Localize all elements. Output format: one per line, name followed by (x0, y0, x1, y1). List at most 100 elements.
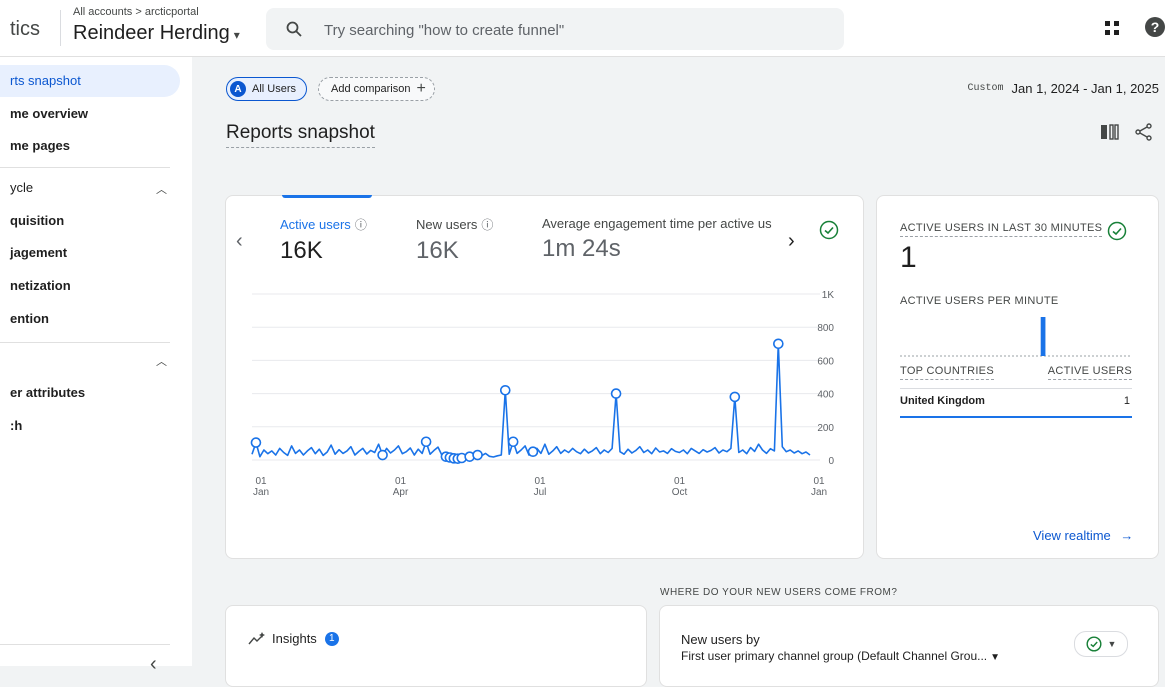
active-users-header: ACTIVE USERS (1047, 365, 1132, 380)
card-options-chip[interactable]: ▼ (1074, 631, 1128, 657)
sidebar-item-reports-snapshot[interactable]: rts snapshot (0, 65, 180, 97)
add-comparison-label: Add comparison (331, 83, 411, 95)
x-tick-month: Jan (253, 487, 269, 498)
property-name: Reindeer Herding (73, 22, 230, 44)
per-minute-bar-chart (900, 317, 1132, 357)
date-range-picker[interactable]: Custom Jan 1, 2024 - Jan 1, 2025 (968, 81, 1159, 96)
y-tick-label: 400 (817, 390, 834, 401)
active-tab-indicator (282, 195, 372, 198)
metric-value: 16K (416, 237, 459, 264)
x-tick-month: Jul (534, 487, 547, 498)
page-title: Reports snapshot (226, 122, 375, 148)
x-tick-month: Apr (393, 487, 409, 498)
plus-icon: + (416, 80, 426, 97)
sidebar-divider (0, 644, 170, 645)
property-selector[interactable]: Reindeer Herding ▾ (73, 22, 240, 45)
search-input[interactable] (322, 18, 806, 42)
breadcrumb[interactable]: All accounts > arcticportal (73, 6, 199, 18)
anomaly-point (499, 384, 511, 396)
metric-value: 1m 24s (542, 235, 621, 262)
all-users-label: All Users (252, 83, 297, 95)
x-tick-day: 01 (395, 476, 407, 487)
sidebar-item-user-attributes[interactable]: er attributes (0, 377, 85, 409)
sidebar-item-engagement[interactable]: jagement (0, 237, 67, 269)
collapse-chevron-icon[interactable]: ‹ (150, 653, 157, 676)
share-icon[interactable] (1134, 123, 1154, 141)
header-divider (60, 10, 61, 46)
realtime-value: 1 (900, 241, 917, 274)
insights-card[interactable]: Insights 1 (225, 605, 647, 687)
x-tick-month: Oct (672, 487, 688, 498)
anomaly-point (729, 391, 741, 403)
realtime-title: ACTIVE USERS IN LAST 30 MINUTES (900, 222, 1103, 237)
y-tick-label: 0 (828, 456, 834, 467)
insights-label: Insights (272, 631, 317, 646)
sidebar-item-monetization[interactable]: netization (0, 270, 71, 302)
table-row: United Kingdom 1 (900, 395, 1130, 407)
metric-avg-engagement-time[interactable]: Average engagement time per active us 1m… (542, 216, 782, 263)
anomaly-point (420, 436, 432, 448)
insights-count-badge: 1 (324, 631, 339, 646)
sidebar-item-retention[interactable]: ention (0, 303, 49, 335)
chevron-up-icon[interactable]: ︿ (156, 181, 167, 197)
chevron-right-icon[interactable]: › (788, 230, 795, 253)
apps-grid-icon[interactable] (1104, 20, 1120, 36)
metric-value: 16K (280, 237, 323, 264)
add-comparison-button[interactable]: Add comparison + (318, 77, 435, 101)
metric-label: Active users (280, 217, 351, 232)
all-users-chip[interactable]: A All Users (226, 77, 308, 101)
y-tick-label: 600 (817, 356, 834, 367)
sidebar-item-tech[interactable]: :h (0, 410, 22, 442)
help-icon[interactable]: ? (1144, 16, 1165, 38)
chevron-left-icon[interactable]: ‹ (236, 230, 243, 253)
sidebar-item-realtime-pages[interactable]: me pages (0, 130, 70, 162)
anomaly-point (250, 437, 262, 448)
search-icon (286, 21, 302, 37)
anomaly-point (773, 338, 784, 350)
view-realtime-link[interactable]: View realtime → (1033, 528, 1133, 543)
sidebar-item-realtime-overview[interactable]: me overview (0, 98, 88, 130)
report-toolbar (1100, 123, 1154, 141)
help-circle-icon[interactable]: ⓘ (355, 218, 367, 232)
anomaly-point (377, 449, 388, 461)
anomaly-point (472, 449, 483, 461)
metric-label: New users (416, 217, 478, 232)
realtime-bar (1040, 317, 1046, 356)
x-tick-day: 01 (534, 476, 546, 487)
date-custom-label: Custom (967, 83, 1004, 94)
dimension-label: First user primary channel group (Defaul… (681, 649, 988, 663)
x-tick-day: 01 (255, 476, 267, 487)
active-users-line-chart: 02004006008001K01Jan01Apr01Jul01Oct01Jan (250, 290, 835, 498)
view-realtime-label: View realtime (1033, 528, 1111, 543)
metrics-card: ‹ Active users ⓘ 16K New users ⓘ 16K Avera… (225, 195, 864, 559)
help-circle-icon[interactable]: ⓘ (481, 218, 493, 232)
new-users-card: New users by First user primary channel … (659, 605, 1159, 687)
sidebar-divider (0, 167, 170, 168)
y-tick-label: 200 (817, 423, 834, 434)
realtime-card: ACTIVE USERS IN LAST 30 MINUTES 1 ACTIVE… (876, 195, 1159, 559)
check-circle-icon[interactable] (819, 220, 839, 240)
search-bar[interactable] (266, 8, 844, 50)
chevron-up-icon[interactable]: ︿ (156, 353, 167, 369)
check-circle-icon[interactable] (1107, 221, 1127, 241)
caret-down-icon: ▼ (1107, 639, 1117, 649)
app-name: tics (10, 18, 40, 40)
top-countries-header: TOP COUNTRIES (900, 365, 994, 380)
table-divider (900, 388, 1132, 389)
x-tick-day: 01 (813, 476, 825, 487)
insights-header: Insights 1 (248, 631, 339, 646)
metric-new-users[interactable]: New users ⓘ 16K (416, 216, 493, 265)
sidebar-section-lifecycle[interactable]: ycle (0, 172, 33, 204)
top-bar: tics All accounts > arcticportal Reindee… (0, 0, 1165, 57)
compare-columns-icon[interactable] (1100, 123, 1120, 141)
dimension-selector[interactable]: First user primary channel group (Defaul… (681, 649, 1000, 663)
metric-active-users[interactable]: Active users ⓘ 16K (280, 216, 367, 265)
anomaly-point (507, 436, 519, 448)
x-tick-month: Jan (811, 487, 827, 498)
caret-down-icon: ▼ (990, 652, 1001, 663)
anomaly-point (527, 446, 539, 457)
sidebar-item-acquisition[interactable]: quisition (0, 205, 64, 237)
caret-down-icon: ▾ (233, 28, 240, 42)
users-cell: 1 (1123, 395, 1130, 407)
y-tick-label: 1K (822, 290, 835, 301)
